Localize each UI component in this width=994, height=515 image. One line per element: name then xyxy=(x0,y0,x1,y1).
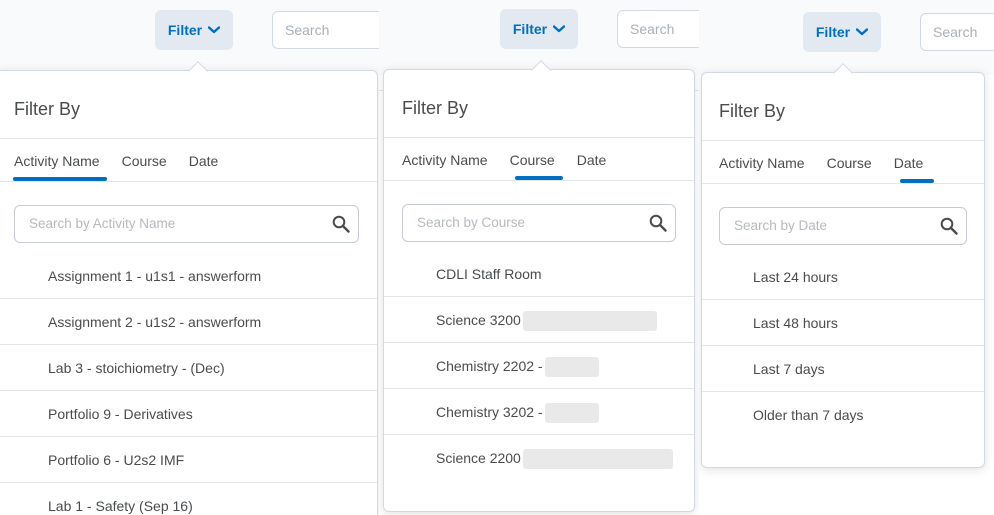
redacted-text xyxy=(544,403,599,424)
chevron-down-icon xyxy=(208,26,221,34)
divider xyxy=(702,183,984,184)
tab-date[interactable]: Date xyxy=(894,155,924,171)
date-list: Last 24 hours Last 48 hours Last 7 days … xyxy=(702,254,984,438)
tab-course[interactable]: Course xyxy=(122,153,167,169)
list-item[interactable]: Chemistry 3202 - xyxy=(384,389,694,435)
dropdown-title: Filter By xyxy=(14,99,81,119)
tab-course[interactable]: Course xyxy=(510,152,555,168)
search-icon[interactable] xyxy=(649,214,667,232)
divider xyxy=(384,137,694,138)
filter-button-label: Filter xyxy=(512,21,548,37)
course-name: Science 2200 xyxy=(436,450,521,466)
filter-tabs: Activity Name Course Date xyxy=(14,153,240,169)
filter-button[interactable]: Filter xyxy=(803,12,881,52)
search-by-activity-input[interactable]: Search by Activity Name xyxy=(14,205,359,243)
filter-dropdown: Filter By Activity Name Course Date Sear… xyxy=(383,60,695,512)
filter-panel-date: Filter Search Filter By Activity Name Co… xyxy=(699,0,994,515)
filter-tabs: Activity Name Course Date xyxy=(402,152,628,168)
top-search-input[interactable]: Search xyxy=(272,11,379,49)
filter-panel-activity-name: Filter Search Filter By Activity Name Co… xyxy=(0,0,379,515)
filter-button-label: Filter xyxy=(167,22,203,38)
filter-button-label: Filter xyxy=(815,24,851,40)
chevron-down-icon xyxy=(553,25,566,33)
list-item[interactable]: Lab 1 - Safety (Sep 16) xyxy=(0,483,377,515)
dropdown-title: Filter By xyxy=(402,98,469,118)
list-item[interactable]: Portfolio 9 - Derivatives xyxy=(0,391,377,437)
list-item[interactable]: Assignment 1 - u1s1 - answerform xyxy=(0,253,377,299)
list-item[interactable]: Portfolio 6 - U2s2 IMF xyxy=(0,437,377,483)
search-icon[interactable] xyxy=(332,215,350,233)
search-by-date-input[interactable]: Search by Date xyxy=(719,207,967,245)
tab-activity-name[interactable]: Activity Name xyxy=(14,153,100,169)
course-list: CDLI Staff Room Science 3200 Chemistry 2… xyxy=(384,251,694,481)
redacted-text xyxy=(522,311,657,332)
top-search-input[interactable]: Search xyxy=(920,13,994,51)
divider xyxy=(0,181,377,182)
list-item[interactable]: Chemistry 2202 - xyxy=(384,343,694,389)
dropdown-title: Filter By xyxy=(719,101,786,121)
activity-list: Assignment 1 - u1s1 - answerform Assignm… xyxy=(0,253,377,515)
course-name: Chemistry 2202 - xyxy=(436,358,543,374)
divider xyxy=(702,140,984,141)
chevron-down-icon xyxy=(856,28,869,36)
divider xyxy=(0,138,377,139)
top-search-input[interactable]: Search xyxy=(617,10,699,48)
filter-tabs: Activity Name Course Date xyxy=(719,155,945,171)
search-placeholder: Search by Activity Name xyxy=(29,216,176,231)
list-item[interactable]: Last 7 days xyxy=(702,346,984,392)
tab-activity-name[interactable]: Activity Name xyxy=(402,152,488,168)
search-placeholder: Search by Date xyxy=(734,218,828,233)
filter-dropdown: Filter By Activity Name Course Date Sear… xyxy=(0,61,378,515)
filter-button[interactable]: Filter xyxy=(155,10,233,50)
filter-panel-course: Filter Search Filter By Activity Name Co… xyxy=(379,0,699,515)
filter-button[interactable]: Filter xyxy=(500,9,578,49)
list-item[interactable]: Science 3200 xyxy=(384,297,694,343)
list-item[interactable]: Last 24 hours xyxy=(702,254,984,300)
tab-date[interactable]: Date xyxy=(577,152,607,168)
tab-date[interactable]: Date xyxy=(189,153,219,169)
list-item[interactable]: Assignment 2 - u1s2 - answerform xyxy=(0,299,377,345)
course-name: Science 3200 xyxy=(436,312,521,328)
divider xyxy=(384,180,694,181)
redacted-text xyxy=(522,449,673,470)
tab-activity-name[interactable]: Activity Name xyxy=(719,155,805,171)
list-item[interactable]: CDLI Staff Room xyxy=(384,251,694,297)
list-item[interactable]: Lab 3 - stoichiometry - (Dec) xyxy=(0,345,377,391)
search-placeholder: Search by Course xyxy=(417,215,526,230)
tab-course[interactable]: Course xyxy=(827,155,872,171)
list-item[interactable]: Last 48 hours xyxy=(702,300,984,346)
course-name: Chemistry 3202 - xyxy=(436,404,543,420)
list-item[interactable]: Science 2200 xyxy=(384,435,694,481)
filter-dropdown: Filter By Activity Name Course Date Sear… xyxy=(701,63,985,468)
list-item[interactable]: Older than 7 days xyxy=(702,392,984,438)
redacted-text xyxy=(544,357,599,378)
course-name: CDLI Staff Room xyxy=(436,266,542,282)
search-icon[interactable] xyxy=(940,217,958,235)
search-by-course-input[interactable]: Search by Course xyxy=(402,204,676,242)
